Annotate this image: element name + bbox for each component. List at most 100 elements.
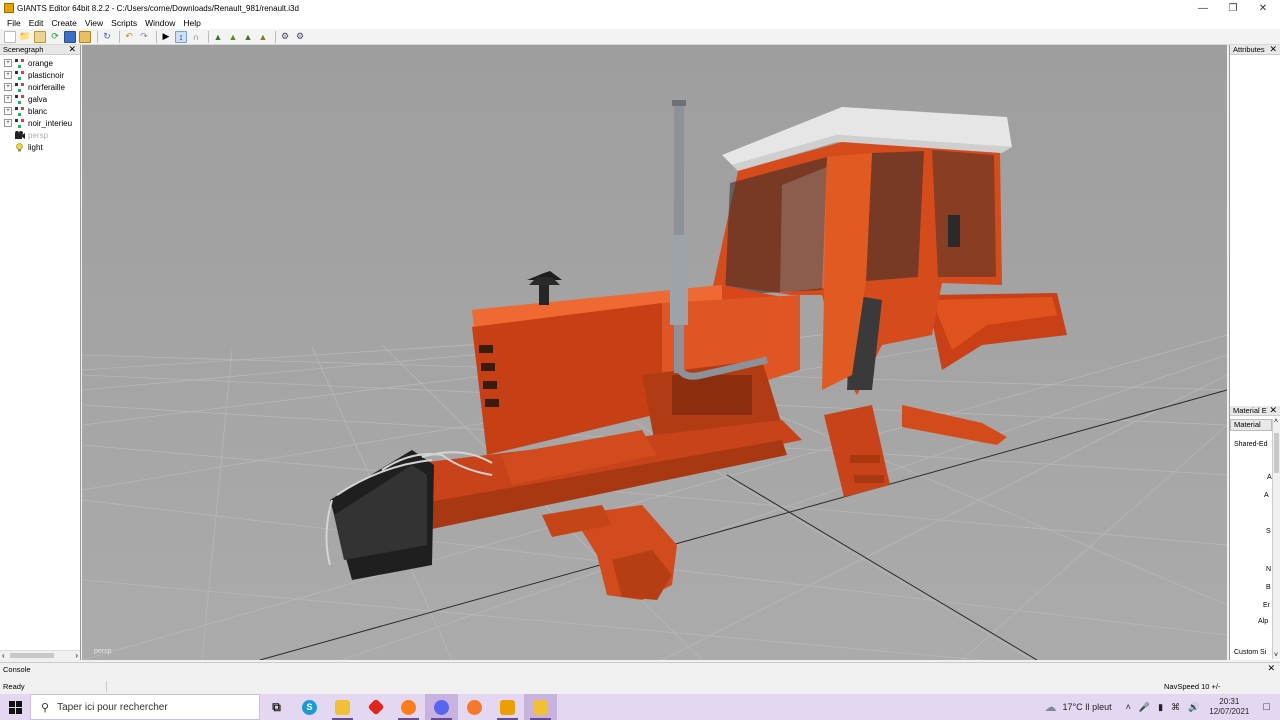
scrollbar-thumb[interactable] (10, 653, 54, 658)
settings-gear-icon[interactable]: ⚙ (279, 31, 291, 43)
firefox-app[interactable] (392, 694, 425, 720)
task-view-icon: ⧉ (272, 699, 281, 714)
menu-edit[interactable]: Edit (25, 18, 48, 28)
tree-node-label: orange (28, 58, 53, 68)
battery-icon[interactable]: ▮ (1158, 702, 1163, 713)
scroll-up-icon[interactable]: ˄ (1274, 418, 1278, 425)
minimize-button[interactable]: — (1188, 0, 1218, 16)
giants-window-icon (533, 699, 548, 715)
attributes-close-icon[interactable]: ✕ (1269, 44, 1277, 55)
refresh-icon[interactable]: ↻ (101, 31, 113, 43)
reload-icon[interactable]: ⟳ (49, 31, 61, 43)
tree-node-label: noir_interieu (28, 118, 73, 128)
tree-node-persp[interactable]: persp (0, 129, 80, 141)
weather-icon[interactable]: ☁ (1045, 700, 1057, 714)
discord-app[interactable] (425, 694, 458, 720)
snap-icon[interactable]: ∩ (190, 31, 202, 43)
tree-node-plasticnoir[interactable]: + plasticnoir (0, 69, 80, 81)
toolbar-separator (275, 30, 276, 43)
material-field-label: B (1266, 584, 1271, 591)
expand-icon[interactable]: + (4, 119, 12, 127)
import-icon[interactable] (34, 30, 46, 43)
giants-app-icon (4, 3, 14, 13)
menu-window[interactable]: Window (141, 18, 179, 28)
expand-icon[interactable]: + (4, 83, 12, 91)
weather-text[interactable]: 17°C Il pleut (1063, 702, 1112, 712)
volume-icon[interactable]: 🔊 (1188, 702, 1199, 713)
console-close-icon[interactable]: ✕ (1267, 663, 1275, 674)
material-editor-close-icon[interactable]: ✕ (1269, 405, 1277, 416)
tree-node-light[interactable]: light (0, 141, 80, 153)
material-field-label: A (1264, 492, 1269, 499)
scroll-down-icon[interactable]: ˅ (1274, 652, 1278, 659)
scenegraph-tree: + orange + plasticnoir + noirferaille + … (0, 57, 80, 153)
blender-app[interactable] (458, 694, 491, 720)
select-mode-icon[interactable]: ↕ (175, 30, 187, 43)
search-icon: ⚲ (41, 701, 50, 714)
expand-icon[interactable]: + (4, 59, 12, 67)
giants-editor-window-app[interactable] (524, 694, 557, 720)
console-panel: Console ✕ (0, 662, 1280, 676)
tree-node-galva[interactable]: + galva (0, 93, 80, 105)
transform-group-icon (15, 58, 24, 68)
material-field-label: Alp (1258, 618, 1269, 625)
toolbar-separator (119, 30, 120, 43)
notifications-icon[interactable]: □ (1263, 701, 1270, 713)
tree-node-noirferaille[interactable]: + noirferaille (0, 81, 80, 93)
maximize-button[interactable]: ❐ (1218, 0, 1248, 16)
clock[interactable]: 20:31 12/07/2021 (1209, 697, 1249, 717)
terrain-paint-icon[interactable]: ▲ (227, 31, 239, 43)
menu-create[interactable]: Create (47, 18, 81, 28)
search-placeholder: Taper ici pour rechercher (57, 701, 168, 713)
save-icon[interactable] (64, 30, 76, 43)
scroll-left-icon[interactable]: ‹ (2, 651, 5, 660)
tools-gear-icon[interactable]: ⚙ (294, 31, 306, 43)
menu-file[interactable]: File (3, 18, 25, 28)
menu-help[interactable]: Help (179, 18, 204, 28)
terrain-raise-icon[interactable]: ▲ (212, 31, 224, 43)
terrain-smooth-icon[interactable]: ▲ (242, 31, 254, 43)
camera-icon (15, 130, 25, 140)
red-app[interactable] (359, 694, 392, 720)
open-folder-icon[interactable]: 📁 (19, 31, 31, 43)
tree-node-label: blanc (28, 106, 48, 116)
navspeed-readout: NavSpeed 10 +/- (1164, 682, 1221, 691)
menu-bar: File Edit Create View Scripts Window Hel… (0, 16, 1280, 29)
tree-node-noir-interieu[interactable]: + noir_interieu (0, 117, 80, 129)
foliage-paint-icon[interactable]: ▲ (257, 31, 269, 43)
skype-icon: S (302, 699, 317, 715)
scroll-right-icon[interactable]: › (75, 651, 78, 660)
file-explorer-app[interactable] (326, 694, 359, 720)
start-button[interactable] (0, 694, 30, 720)
microphone-icon[interactable]: 🎤 (1139, 702, 1150, 713)
firefox-icon (401, 699, 416, 715)
expand-icon[interactable]: + (4, 107, 12, 115)
tree-node-blanc[interactable]: + blanc (0, 105, 80, 117)
taskbar-search-box[interactable]: ⚲ Taper ici pour rechercher (30, 694, 260, 720)
tree-node-orange[interactable]: + orange (0, 57, 80, 69)
material-tab[interactable]: Material (1230, 419, 1272, 431)
material-editor-header: Material E ✕ (1230, 405, 1280, 416)
undo-icon[interactable]: ↶ (123, 31, 135, 43)
scenegraph-horizontal-scrollbar[interactable]: ‹ › (0, 650, 80, 660)
expand-icon[interactable]: + (4, 71, 12, 79)
skype-app[interactable]: S (293, 694, 326, 720)
network-icon[interactable]: ⌘ (1171, 702, 1180, 713)
menu-scripts[interactable]: Scripts (107, 18, 141, 28)
material-vertical-scrollbar[interactable]: ˄ ˅ (1272, 418, 1280, 659)
new-file-icon[interactable] (4, 30, 16, 43)
scenegraph-panel: Scenegraph ✕ + orange + plasticnoir + no… (0, 44, 81, 660)
play-icon[interactable]: ▶ (160, 31, 172, 43)
menu-view[interactable]: View (81, 18, 107, 28)
export-icon[interactable] (79, 30, 91, 43)
scenegraph-close-icon[interactable]: ✕ (68, 44, 76, 55)
tree-node-label: galva (28, 94, 48, 104)
close-button[interactable]: ✕ (1248, 0, 1278, 16)
chevron-up-icon[interactable]: ˄ (1126, 702, 1131, 712)
scrollbar-thumb[interactable] (1274, 433, 1279, 473)
giants-editor-app[interactable] (491, 694, 524, 720)
redo-icon[interactable]: ↷ (138, 31, 150, 43)
expand-icon[interactable]: + (4, 95, 12, 103)
task-view-button[interactable]: ⧉ (260, 694, 293, 720)
3d-viewport[interactable]: persp (82, 45, 1227, 660)
